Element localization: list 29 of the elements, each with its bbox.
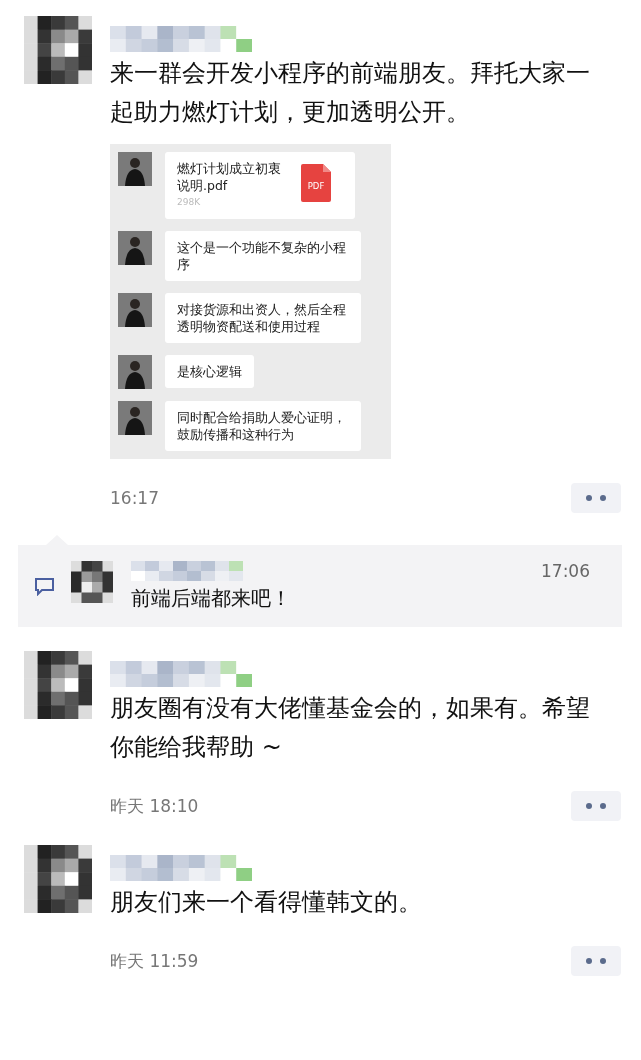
avatar-icon [118, 293, 152, 327]
avatar-icon[interactable] [24, 651, 92, 719]
message-text: 是核心逻辑 [165, 355, 254, 388]
file-size: 298K [177, 196, 202, 209]
post-time: 16:17 [110, 488, 159, 508]
pdf-icon: PDF [301, 164, 331, 202]
avatar-icon[interactable] [71, 561, 113, 603]
post-time: 昨天 11:59 [110, 949, 199, 973]
message-text: 对接货源和出资人，然后全程透明物资配送和使用过程 [165, 293, 361, 343]
avatar-icon [118, 355, 152, 389]
comment-icon [34, 577, 55, 596]
post-time: 昨天 18:10 [110, 794, 199, 818]
avatar-icon[interactable] [24, 16, 92, 84]
post-text: 朋友们来一个看得懂韩文的。 [110, 887, 423, 918]
comment-text: 前端后端都来吧！ [131, 585, 292, 612]
avatar-icon [118, 231, 152, 265]
comment-time: 17:06 [541, 561, 590, 581]
avatar-icon [118, 401, 152, 435]
post-text: 来一群会开发小程序的前端朋友。拜托大家一起助力燃灯计划，更加透明公开。 [110, 58, 591, 128]
more-icon[interactable] [571, 483, 621, 513]
post-text: 朋友圈有没有大佬懂基金会的，如果有。希望你能给我帮助 ~ [110, 693, 591, 763]
avatar-icon[interactable] [24, 845, 92, 913]
avatar-icon [118, 152, 152, 186]
more-icon[interactable] [571, 946, 621, 976]
message-text: 这个是一个功能不复杂的小程序 [165, 231, 361, 281]
message-text: 同时配合给捐助人爱心证明，鼓励传播和这种行为 [165, 401, 361, 451]
file-message[interactable]: 燃灯计划成立初衷说明.pdf 298K PDF [165, 152, 355, 219]
more-icon[interactable] [571, 791, 621, 821]
file-name: 燃灯计划成立初衷说明.pdf [177, 160, 282, 194]
